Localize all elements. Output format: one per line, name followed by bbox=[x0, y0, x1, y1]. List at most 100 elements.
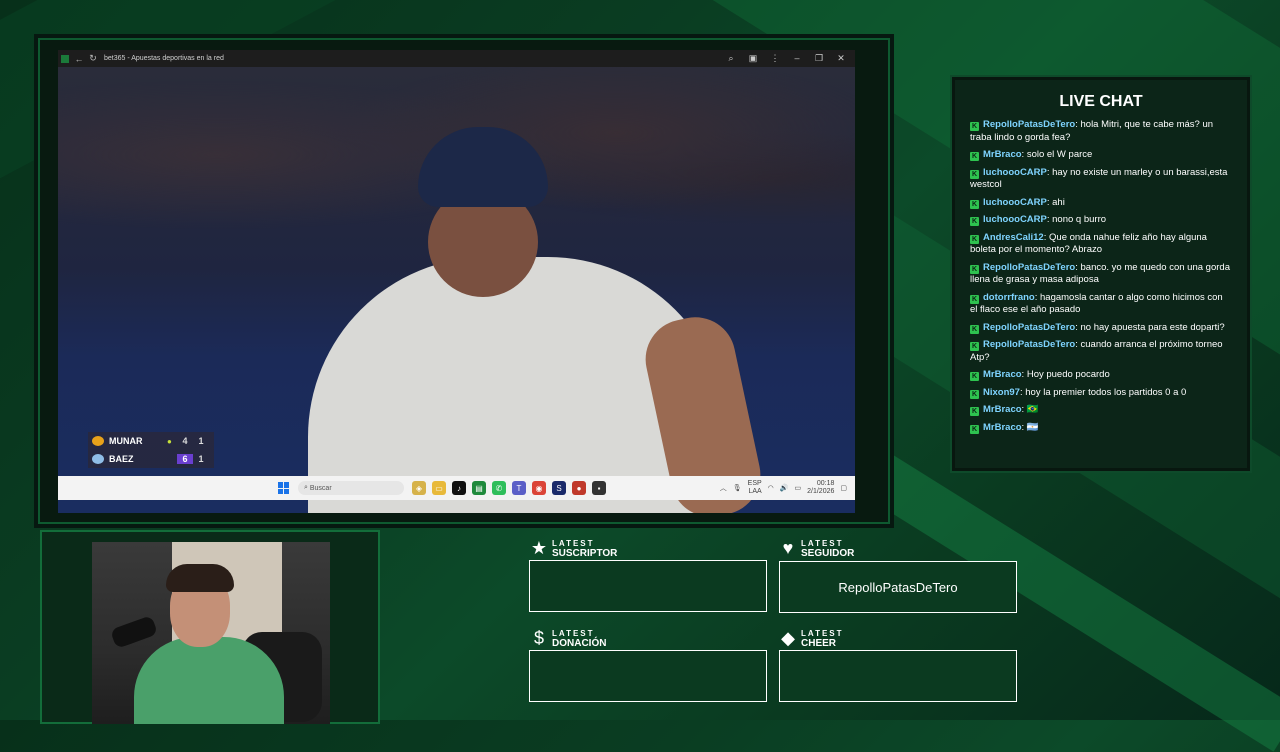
chat-message: K RepolloPatasDeTero: no hay apuesta para… bbox=[970, 322, 1232, 335]
dollar-icon: $ bbox=[533, 627, 544, 648]
player-name: MUNAR bbox=[109, 436, 143, 446]
star-icon: ★ bbox=[530, 537, 548, 558]
close-button[interactable]: ✕ bbox=[833, 53, 849, 64]
chat-username[interactable]: dotorrfrano bbox=[983, 292, 1035, 303]
chat-message: KluchoooCARP: ahi bbox=[970, 197, 1232, 210]
browser-title: bet365 - Apuestas deportivas en la red bbox=[104, 55, 224, 62]
bet365-app-icon[interactable]: ▤ bbox=[472, 481, 486, 495]
chat-message: KluchoooCARP: hay no existe un marley o … bbox=[970, 167, 1232, 192]
microphone-icon bbox=[109, 615, 159, 649]
chat-message-list[interactable]: K RepolloPatasDeTero: hola Mitri, que te … bbox=[970, 119, 1232, 439]
chat-badge-icon: K bbox=[970, 169, 979, 179]
chat-username[interactable]: AndresCali12 bbox=[983, 232, 1044, 243]
chat-message: Kdotorrfrano: hagamosla cantar o algo co… bbox=[970, 292, 1232, 317]
chat-text: hoy la premier todos los partidos 0 a 0 bbox=[1025, 386, 1187, 398]
scoreboard-row: BAEZ 6 1 bbox=[88, 450, 214, 468]
chevron-up-icon[interactable]: ︿ bbox=[720, 483, 727, 493]
bet365-favicon-icon bbox=[58, 50, 72, 67]
microphone-icon[interactable]: 🎙 bbox=[733, 484, 742, 492]
latest-cheer-header: ◆ LATEST CHEER bbox=[778, 628, 844, 649]
taskbar-clock[interactable]: 00:18 2/1/2026 bbox=[807, 480, 834, 496]
spain-flag-icon bbox=[92, 436, 104, 446]
recorder-icon[interactable]: ● bbox=[572, 481, 586, 495]
chat-text: no hay apuesta para este doparti? bbox=[1080, 321, 1225, 333]
chat-message: K AndresCali12: Que onda nahue feliz año … bbox=[970, 232, 1232, 257]
chat-text: Hoy puedo pocardo bbox=[1026, 369, 1110, 380]
set2-score: 1 bbox=[198, 436, 204, 446]
webcam-feed bbox=[92, 542, 330, 724]
terminal-icon[interactable]: ▪ bbox=[592, 481, 606, 495]
chat-title: LIVE CHAT bbox=[1059, 93, 1143, 110]
back-arrow-icon[interactable]: ← bbox=[72, 50, 86, 67]
serve-indicator-icon: ● bbox=[167, 436, 172, 446]
webcam-jersey bbox=[134, 637, 284, 724]
set1-score: 4 bbox=[182, 436, 188, 446]
windows-taskbar: ⌕ Buscar ◈ ▭ ♪ ▤ ✆ T ◉ S ● ▪ ︿ 🎙 ESP LAA … bbox=[58, 476, 855, 500]
set1-score: 6 bbox=[177, 454, 193, 464]
chat-text: solo el W parce bbox=[1026, 149, 1093, 160]
tennis-video[interactable]: MUNAR ● 4 1 BAEZ 6 1 bbox=[58, 67, 855, 513]
volume-icon[interactable]: 🔊 bbox=[780, 484, 789, 492]
scoreboard-row: MUNAR ● 4 1 bbox=[88, 432, 214, 450]
tiktok-icon[interactable]: ♪ bbox=[452, 481, 466, 495]
chat-username[interactable]: RepolloPatasDeTero bbox=[983, 339, 1075, 350]
chat-badge-icon: K bbox=[970, 294, 979, 304]
extensions-icon[interactable]: ▣ bbox=[745, 53, 761, 64]
chat-badge-icon: K bbox=[970, 407, 979, 416]
chat-badge-icon: K bbox=[970, 324, 979, 334]
chat-text: ahi bbox=[1052, 196, 1065, 208]
chat-badge-icon: K bbox=[970, 264, 979, 274]
chat-username[interactable]: luchoooCARP bbox=[983, 167, 1047, 178]
browser-titlebar: ← ↻ bet365 - Apuestas deportivas en la r… bbox=[58, 50, 855, 67]
restore-button[interactable]: ❐ bbox=[811, 53, 827, 64]
refresh-icon[interactable]: ↻ bbox=[86, 50, 100, 67]
chat-badge-icon: K bbox=[970, 234, 979, 244]
chrome-icon[interactable]: ◉ bbox=[532, 481, 546, 495]
chat-username[interactable]: MrBraco bbox=[983, 422, 1022, 433]
chat-message: K MrBraco: 🇦🇷 bbox=[970, 422, 1232, 435]
taskbar-search[interactable]: ⌕ Buscar bbox=[298, 481, 404, 495]
latest-suscriptor-box bbox=[529, 560, 767, 612]
chat-username[interactable]: MrBraco bbox=[983, 149, 1022, 160]
webcam-frame bbox=[40, 530, 380, 724]
chat-badge-icon: K bbox=[970, 152, 979, 161]
latest-donacion-header: $ LATEST DONACIÓN bbox=[529, 627, 606, 649]
chat-username[interactable]: luchoooCARP bbox=[983, 197, 1047, 208]
chat-text: 🇧🇷 bbox=[1026, 404, 1039, 415]
notifications-icon[interactable]: ▢ bbox=[840, 484, 847, 492]
chat-message: K Nixon97: hoy la premier todos los parti… bbox=[970, 387, 1232, 400]
windows-start-icon[interactable] bbox=[278, 482, 290, 494]
webcam-hair bbox=[166, 564, 234, 592]
chat-message: K RepolloPatasDeTero: hola Mitri, que te … bbox=[970, 119, 1232, 144]
chat-message: K RepolloPatasDeTero: cuando arranca el p… bbox=[970, 339, 1232, 364]
chat-message: K MrBraco: solo el W parce bbox=[970, 149, 1232, 162]
chat-message: KluchoooCARP: nono q burro bbox=[970, 214, 1232, 227]
copilot-icon[interactable]: ◈ bbox=[412, 481, 426, 495]
chat-message: K MrBraco: 🇧🇷 bbox=[970, 404, 1232, 417]
chat-username[interactable]: MrBraco bbox=[983, 369, 1022, 380]
player-name: BAEZ bbox=[109, 454, 134, 464]
argentina-flag-icon bbox=[92, 454, 104, 464]
chat-username[interactable]: luchoooCARP bbox=[983, 214, 1047, 225]
menu-icon[interactable]: ⋮ bbox=[767, 53, 783, 64]
chat-text: 🇦🇷 bbox=[1026, 421, 1039, 433]
file-explorer-icon[interactable]: ▭ bbox=[432, 481, 446, 495]
chat-username[interactable]: RepolloPatasDeTero bbox=[983, 322, 1075, 333]
teams-icon[interactable]: T bbox=[512, 481, 526, 495]
wifi-icon[interactable]: ◠ bbox=[768, 484, 774, 492]
latest-seguidor-header: ♥ LATEST SEGUIDOR bbox=[778, 537, 855, 559]
heart-icon: ♥ bbox=[782, 537, 794, 558]
chat-username[interactable]: RepolloPatasDeTero bbox=[983, 262, 1075, 273]
zoom-icon[interactable]: ⌕ bbox=[723, 53, 739, 64]
language-indicator[interactable]: ESP LAA bbox=[748, 480, 762, 496]
battery-icon[interactable]: ▭ bbox=[795, 484, 802, 492]
stream-app-icon[interactable]: S bbox=[552, 481, 566, 495]
chat-username[interactable]: MrBraco bbox=[983, 404, 1022, 415]
chat-badge-icon: K bbox=[970, 122, 979, 131]
chat-username[interactable]: RepolloPatasDeTero bbox=[983, 119, 1075, 130]
minimize-button[interactable]: – bbox=[789, 53, 805, 64]
chat-message: K RepolloPatasDeTero: banco. yo me quedo … bbox=[970, 262, 1232, 287]
chat-badge-icon: K bbox=[970, 217, 979, 226]
whatsapp-icon[interactable]: ✆ bbox=[492, 481, 506, 495]
chat-username[interactable]: Nixon97 bbox=[983, 387, 1020, 398]
